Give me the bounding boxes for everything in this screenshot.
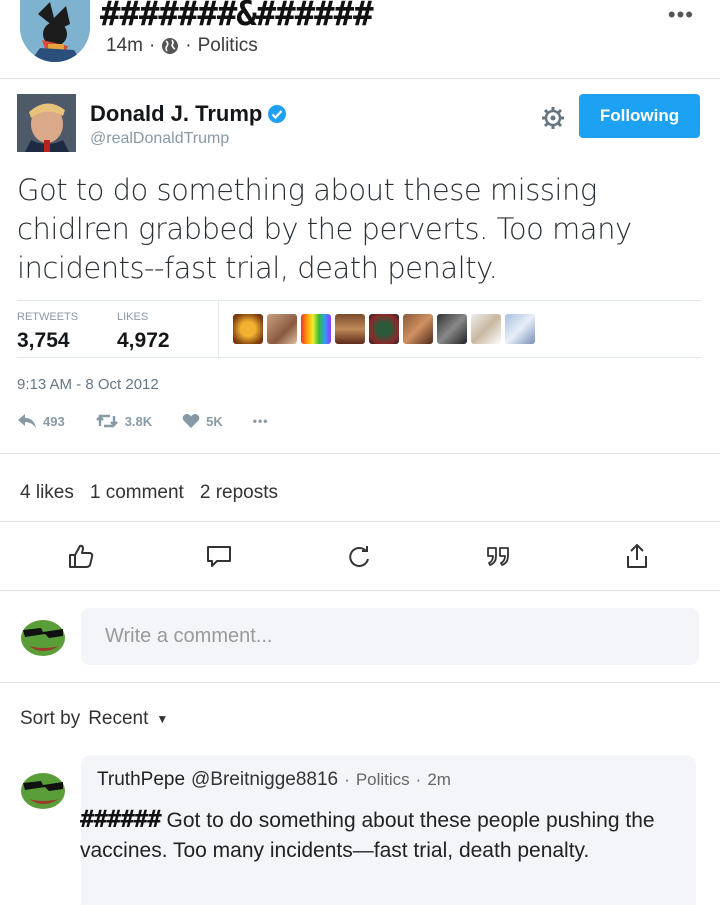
author-avatar[interactable] — [20, 0, 90, 62]
post-header: #######&###### 14m · · Politics ••• — [0, 0, 720, 78]
comment-text-block: ###### Got to do something about these p… — [80, 804, 680, 866]
verified-icon — [268, 105, 287, 123]
retweets-stat[interactable]: RETWEETS 3,754 — [17, 311, 78, 353]
tweet-avatar — [17, 94, 76, 152]
liker-avatar[interactable] — [471, 314, 501, 344]
likes-value: 4,972 — [117, 329, 170, 352]
liker-avatar[interactable] — [267, 314, 297, 344]
comment-icon[interactable] — [205, 542, 233, 570]
liker-avatar[interactable] — [335, 314, 365, 344]
tweet-name[interactable]: Donald J. Trump — [90, 101, 287, 127]
heart-icon — [182, 414, 200, 428]
sort-control[interactable]: Sort by Recent ▼ — [20, 708, 168, 730]
reposts-count[interactable]: 2 reposts — [200, 482, 278, 504]
liker-avatar[interactable] — [369, 314, 399, 344]
sort-label: Sort by — [20, 708, 81, 729]
likes-count[interactable]: 4 likes — [20, 482, 74, 504]
following-button[interactable]: Following — [579, 94, 700, 138]
retweets-label: RETWEETS — [17, 311, 79, 323]
counts-divider — [0, 521, 720, 522]
globe-icon — [162, 38, 179, 54]
retweets-value: 3,754 — [17, 329, 70, 352]
tweet-more-icon: ••• — [252, 414, 269, 428]
comment-redacted-mention: ###### — [80, 805, 162, 833]
post-category[interactable]: Politics — [198, 35, 258, 57]
reply-icon — [18, 414, 36, 428]
tweet-rule-bottom — [17, 357, 701, 358]
comment-category[interactable]: Politics — [356, 770, 410, 790]
composer-divider — [0, 682, 720, 683]
retweet-icon — [95, 414, 118, 428]
sort-value: Recent — [88, 708, 149, 729]
reply-action[interactable]: 493 — [17, 413, 65, 429]
comment-header: TruthPepe @Breitnigge8816 · Politics · 2… — [97, 769, 451, 791]
likes-stat[interactable]: LIKES 4,972 — [117, 311, 170, 353]
social-counts: 4 likes 1 comment 2 reposts — [20, 482, 278, 504]
my-avatar[interactable] — [19, 612, 67, 660]
gear-icon[interactable] — [541, 106, 565, 130]
quote-icon[interactable] — [484, 542, 512, 570]
tweet-more-action[interactable]: ••• — [253, 414, 269, 428]
tweet-timestamp[interactable]: 9:13 AM - 8 Oct 2012 — [17, 376, 159, 393]
tweet-name-text: Donald J. Trump — [90, 101, 263, 126]
reply-count: 493 — [43, 413, 65, 429]
share-icon[interactable] — [623, 542, 651, 570]
more-options-icon[interactable]: ••• — [668, 2, 694, 28]
liker-avatar[interactable] — [301, 314, 331, 344]
tweet-actions: 493 3.8K 5K ••• — [17, 413, 298, 429]
comment-dot: · — [344, 770, 350, 789]
comment-time: 2m — [427, 770, 451, 789]
retweet-action[interactable]: 3.8K — [95, 413, 152, 429]
comment-handle[interactable]: @Breitnigge8816 — [191, 769, 338, 791]
likers-avatars — [233, 314, 535, 344]
meta-dot: · — [148, 35, 156, 56]
post-meta: 14m · · Politics — [106, 35, 258, 57]
stat-separator — [218, 301, 219, 358]
comment-text: Got to do something about these people p… — [80, 809, 655, 862]
post-time: 14m — [106, 35, 143, 56]
like-count: 5K — [206, 413, 223, 429]
likes-label: LIKES — [117, 311, 149, 323]
like-action[interactable]: 5K — [182, 413, 223, 429]
meta-dot-2: · — [185, 35, 192, 56]
comment-avatar[interactable] — [19, 765, 67, 813]
retweet-count: 3.8K — [124, 413, 153, 429]
chevron-down-icon: ▼ — [156, 712, 169, 726]
tweet-text: Got to do something about these missing … — [17, 173, 632, 285]
like-thumb-icon[interactable] — [67, 542, 95, 570]
tweet-handle[interactable]: @realDonaldTrump — [90, 130, 229, 148]
tweet-rule-top — [17, 300, 701, 301]
actions-divider — [0, 590, 720, 591]
comment-author[interactable]: TruthPepe — [97, 769, 185, 791]
liker-avatar[interactable] — [505, 314, 535, 344]
repost-icon[interactable] — [345, 542, 373, 570]
comment-input[interactable] — [81, 608, 699, 665]
embedded-tweet: Donald J. Trump @realDonaldTrump Followi… — [0, 79, 720, 453]
comment-dot-2: · — [415, 770, 422, 789]
action-bar — [0, 528, 720, 586]
comments-count[interactable]: 1 comment — [90, 482, 184, 504]
liker-avatar[interactable] — [403, 314, 433, 344]
author-name[interactable]: #######&###### — [100, 0, 374, 34]
liker-avatar[interactable] — [437, 314, 467, 344]
liker-avatar[interactable] — [233, 314, 263, 344]
tweet-divider — [0, 453, 720, 454]
